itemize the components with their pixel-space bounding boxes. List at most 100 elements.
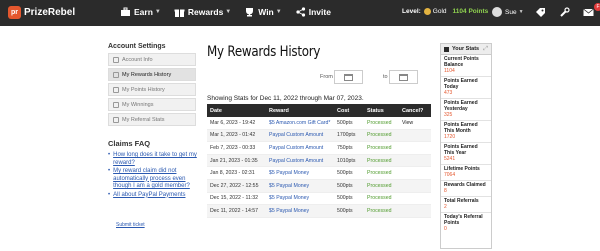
bullet: •: [108, 168, 111, 174]
from-label: From: [320, 74, 333, 80]
stat-earned-month: Points Earned This Month 1720: [441, 121, 491, 143]
calendar-icon: [344, 74, 353, 81]
from-date-picker[interactable]: [334, 70, 363, 84]
calendar-icon: [399, 74, 408, 81]
col-reward: Reward: [269, 107, 289, 114]
sidebar-item-label: My Rewards History: [122, 71, 172, 78]
cell-date: Jan 21, 2023 - 01:35: [210, 157, 258, 164]
cell-reward-link[interactable]: Paypal Custom Amount: [269, 145, 337, 151]
rewards-table: Date Reward Cost Status Cancel? Mar 6, 2…: [207, 104, 431, 218]
view-link[interactable]: View: [402, 120, 431, 126]
nav-earn[interactable]: Earn ▼: [120, 7, 161, 17]
logo-text: PrizeRebel: [24, 7, 76, 18]
table-row: Feb 7, 2023 - 00:33 Paypal Custom Amount…: [207, 142, 431, 155]
cell-reward-link[interactable]: $5 Amazon.com Gift Card*: [269, 120, 337, 126]
gold-coin-icon: [423, 8, 431, 15]
cell-status: Processed: [367, 119, 392, 126]
cell-date: Mar 1, 2023 - 01:42: [210, 132, 256, 139]
cell-reward-link[interactable]: Paypal Custom Amount: [269, 158, 337, 164]
expand-icon[interactable]: ⤢: [483, 46, 488, 53]
sidebar-item-label: My Winnings: [122, 101, 154, 108]
wrench-icon[interactable]: [559, 7, 570, 18]
table-row: Jan 21, 2023 - 01:35 Paypal Custom Amoun…: [207, 154, 431, 168]
nav-earn-label: Earn: [134, 7, 153, 17]
faq-link-text: My reward claim did not automatically pr…: [113, 168, 190, 189]
faq-link-text: All about PayPal Payments: [113, 191, 186, 198]
logo-badge: pr: [8, 6, 21, 19]
sidebar-item-points-history[interactable]: My Points History: [108, 83, 196, 96]
nav-invite[interactable]: Invite: [295, 7, 331, 17]
faq-link[interactable]: • My reward claim did not automatically …: [108, 168, 198, 191]
cell-date: Feb 7, 2023 - 00:33: [210, 144, 256, 151]
user-menu[interactable]: Sue ▼: [492, 7, 524, 17]
faq-link[interactable]: • All about PayPal Payments: [108, 192, 198, 200]
cell-reward-link[interactable]: $5 Paypal Money: [269, 195, 337, 201]
referral-icon: [113, 116, 119, 123]
level-display: Level: Gold 1104 Points: [402, 8, 488, 15]
cell-date: Jan 8, 2023 - 02:31: [210, 170, 255, 177]
level-value: Gold: [432, 8, 447, 15]
cell-cost: 500pts: [337, 119, 353, 126]
trophy-icon: [113, 101, 119, 108]
chevron-down-icon: ▼: [275, 9, 282, 15]
stat-value: 8: [444, 188, 447, 194]
stats-icon: [444, 46, 449, 52]
table-header: Date Reward Cost Status Cancel?: [207, 104, 431, 117]
account-settings-title: Account Settings: [108, 43, 166, 50]
tag-icon[interactable]: [535, 7, 546, 18]
cell-cost: 750pts: [337, 144, 353, 151]
stats-title: Your Stats: [452, 46, 480, 52]
cell-status: Processed: [367, 157, 392, 164]
stat-value: 0: [444, 226, 447, 232]
cell-reward-link[interactable]: $5 Paypal Money: [269, 183, 337, 189]
nav-win[interactable]: Win ▼: [244, 7, 282, 17]
cell-cost: 500pts: [337, 182, 353, 189]
col-cancel: Cancel?: [402, 107, 424, 114]
stat-rewards-claimed: Rewards Claimed 8: [441, 181, 491, 197]
stat-earned-yesterday: Points Earned Yesterday 325: [441, 99, 491, 121]
trophy-icon: [246, 8, 254, 17]
points-balance[interactable]: 1104 Points: [453, 8, 489, 15]
to-date-picker[interactable]: [389, 70, 418, 84]
cell-status: Processed: [367, 132, 392, 139]
stat-lifetime-points: Lifetime Points 7064: [441, 165, 491, 181]
sidebar-item-account-info[interactable]: Account Info: [108, 53, 196, 66]
stat-value: 5241: [444, 156, 456, 162]
table-row: Mar 6, 2023 - 19:42 $5 Amazon.com Gift C…: [207, 117, 431, 130]
account-settings-menu: Account Info My Rewards History My Point…: [108, 53, 196, 128]
submit-ticket-link[interactable]: Submit ticket: [116, 222, 145, 228]
stat-earned-today: Points Earned Today 473: [441, 77, 491, 99]
stats-header: Your Stats ⤢: [441, 44, 491, 55]
faq-link[interactable]: • How long does it take to get my reward…: [108, 152, 198, 167]
sidebar-item-referral-stats[interactable]: My Referral Stats: [108, 113, 196, 126]
cell-date: Dec 11, 2022 - 14:57: [210, 207, 259, 214]
cell-date: Mar 6, 2023 - 19:42: [210, 119, 256, 126]
nav-rewards[interactable]: Rewards ▼: [174, 7, 231, 17]
cell-reward-link[interactable]: $5 Paypal Money: [269, 208, 337, 214]
claims-faq-list: • How long does it take to get my reward…: [108, 152, 198, 200]
chevron-down-icon: ▼: [225, 9, 232, 15]
cell-cost: 500pts: [337, 170, 353, 177]
table-row: Dec 27, 2022 - 12:55 $5 Paypal Money 500…: [207, 179, 431, 193]
sidebar-item-rewards-history[interactable]: My Rewards History: [108, 68, 196, 81]
nav-invite-label: Invite: [308, 7, 331, 17]
sidebar-item-label: My Referral Stats: [122, 116, 165, 123]
sidebar-item-winnings[interactable]: My Winnings: [108, 98, 196, 111]
stat-value: 2: [444, 204, 447, 210]
stat-label: Today's Referral Points: [444, 214, 483, 226]
top-nav-bar: pr PrizeRebel Earn ▼ Rewards ▼ Win ▼ Inv…: [0, 0, 600, 26]
to-label: to: [383, 74, 388, 80]
notification-badge[interactable]: F: [594, 3, 600, 11]
prizerebel-logo[interactable]: pr PrizeRebel: [8, 6, 75, 19]
page-title: My Rewards History: [207, 44, 321, 60]
cell-reward-link[interactable]: $5 Paypal Money: [269, 170, 337, 176]
share-icon: [296, 7, 305, 17]
stat-label: Current Points Balance: [444, 56, 479, 68]
stat-label: Points Earned This Month: [444, 122, 478, 134]
cell-date: Dec 27, 2022 - 12:55: [210, 182, 259, 189]
sidebar-item-label: Account Info: [122, 56, 153, 63]
chevron-down-icon: ▼: [518, 9, 524, 15]
mail-icon[interactable]: [583, 7, 594, 18]
avatar: [492, 7, 502, 17]
cell-reward-link[interactable]: Paypal Custom Amount: [269, 132, 337, 138]
